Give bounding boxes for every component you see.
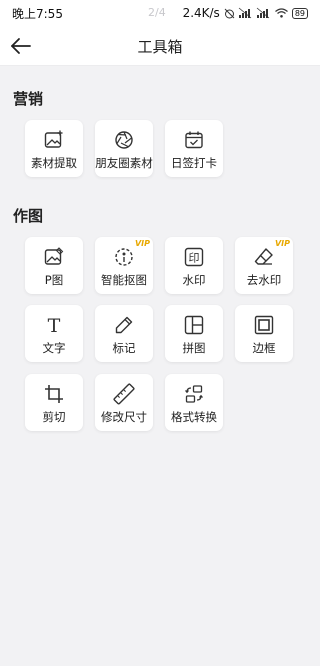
calendar-check-icon [183, 129, 205, 151]
tool-label: P图 [44, 273, 64, 287]
tool-mark[interactable]: 标记 [95, 305, 153, 362]
collage-icon [183, 314, 205, 336]
crop-icon [43, 383, 65, 405]
tool-label: 修改尺寸 [101, 410, 147, 424]
seal-glyph: 印 [189, 252, 200, 265]
aperture-icon [113, 129, 135, 151]
signal-icon-2 [256, 7, 271, 19]
page-title: 工具箱 [137, 38, 183, 56]
tool-remove-watermark[interactable]: VIP 去水印 [235, 237, 293, 294]
tool-label: 边框 [252, 341, 276, 355]
tool-label: 日签打卡 [171, 156, 217, 170]
seal-icon: 印 [183, 246, 205, 268]
top-bar: 工具箱 [0, 26, 320, 66]
status-bar: 晚上7:55 2/4 2.4K/s 89 [0, 0, 320, 26]
tool-label: 去水印 [246, 273, 282, 287]
battery-icon: 89 [291, 7, 308, 19]
tool-collage[interactable]: 拼图 [165, 305, 223, 362]
page-indicator: 2/4 [148, 6, 166, 19]
tool-label: 拼图 [182, 341, 206, 355]
tool-p-image[interactable]: P图 [25, 237, 83, 294]
tool-label: 标记 [112, 341, 136, 355]
tool-daily-checkin[interactable]: 日签打卡 [165, 120, 223, 177]
eraser-icon [253, 246, 275, 268]
tool-label: 朋友圈素材 [95, 156, 153, 170]
convert-icon [183, 383, 205, 405]
ruler-icon [113, 383, 135, 405]
status-time: 晚上7:55 [12, 6, 63, 21]
text-glyph: T [48, 315, 61, 337]
tool-label: 格式转换 [171, 410, 217, 424]
tool-label: 智能抠图 [101, 273, 147, 287]
alarm-off-icon [224, 8, 235, 19]
pen-icon [113, 314, 135, 336]
wifi-icon [274, 8, 288, 18]
tool-watermark[interactable]: 印 水印 [165, 237, 223, 294]
tool-label: 文字 [42, 341, 66, 355]
tool-frame[interactable]: 边框 [235, 305, 293, 362]
image-edit-icon [43, 246, 65, 268]
tool-moments-material[interactable]: 朋友圈素材 [95, 120, 153, 177]
smart-cutout-icon [113, 246, 135, 268]
tool-smart-cutout[interactable]: VIP 智能抠图 [95, 237, 153, 294]
section-title-design: 作图 [13, 207, 44, 225]
vip-badge: VIP [134, 239, 150, 248]
tool-text[interactable]: T 文字 [25, 305, 83, 362]
signal-icon [238, 7, 253, 19]
vip-badge: VIP [274, 239, 290, 248]
network-speed: 2.4K/s [182, 6, 220, 20]
tool-label: 剪切 [42, 410, 66, 424]
image-plus-icon [43, 129, 65, 151]
tool-label: 水印 [182, 273, 206, 287]
tool-material-extract[interactable]: 素材提取 [25, 120, 83, 177]
tool-resize[interactable]: 修改尺寸 [95, 374, 153, 431]
tool-format-convert[interactable]: 格式转换 [165, 374, 223, 431]
tool-label: 素材提取 [31, 156, 77, 170]
frame-icon [253, 314, 275, 336]
tool-crop[interactable]: 剪切 [25, 374, 83, 431]
section-title-marketing: 营销 [13, 90, 44, 108]
text-icon: T [43, 314, 65, 337]
